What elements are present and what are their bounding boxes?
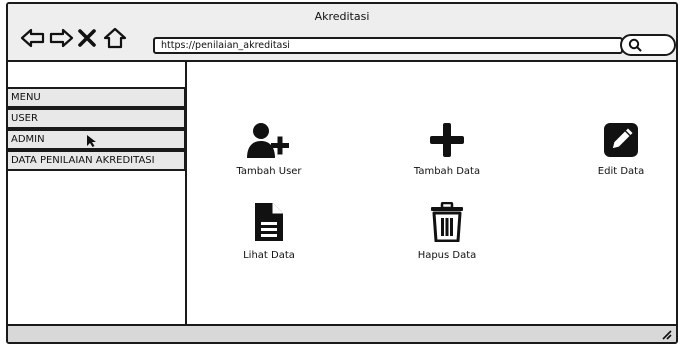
title-bar: Akreditasi https://penilaian_akreditasi [8,4,676,62]
user-plus-icon [247,123,289,158]
sidebar-item-label: ADMIN [11,134,45,145]
sidebar-item-user[interactable]: USER [8,108,186,129]
pencil-square-icon [604,123,638,157]
tambah-data-action[interactable]: Tambah Data [392,122,502,177]
sidebar-item-menu[interactable]: MENU [8,87,186,108]
close-icon[interactable] [76,27,98,49]
status-bar [8,324,676,342]
action-label: Lihat Data [243,250,295,261]
action-label: Tambah User [236,166,302,177]
action-label: Edit Data [597,166,645,177]
sidebar-item-data-penilaian-akreditasi[interactable]: DATA PENILAIAN AKREDITASI [8,150,186,171]
browser-window: Akreditasi https://penilaian_akreditasi … [6,2,678,344]
sidebar-item-label: MENU [11,92,41,103]
sidebar-item-label: USER [11,113,38,124]
search-button[interactable] [620,34,676,56]
action-label: Hapus Data [417,250,477,261]
window-title: Akreditasi [314,10,370,23]
hapus-data-action[interactable]: Hapus Data [392,202,502,261]
document-icon [255,203,283,241]
sidebar: MENU USER ADMIN DATA PENILAIAN AKREDITAS… [8,62,187,326]
search-icon [628,38,642,52]
trash-icon [431,202,463,242]
edit-data-action[interactable]: Edit Data [566,122,676,177]
url-text: https://penilaian_akreditasi [161,40,290,51]
plus-icon [430,123,464,157]
home-icon[interactable] [102,27,128,49]
action-label: Tambah Data [413,166,481,177]
back-arrow-icon[interactable] [20,27,46,49]
tambah-user-action[interactable]: Tambah User [214,122,324,177]
resize-grip-icon[interactable] [660,328,672,340]
forward-arrow-icon[interactable] [48,27,74,49]
mouse-cursor-icon [87,135,96,147]
sidebar-item-label: DATA PENILAIAN AKREDITASI [11,155,155,166]
address-bar[interactable]: https://penilaian_akreditasi [153,37,623,54]
lihat-data-action[interactable]: Lihat Data [214,202,324,261]
